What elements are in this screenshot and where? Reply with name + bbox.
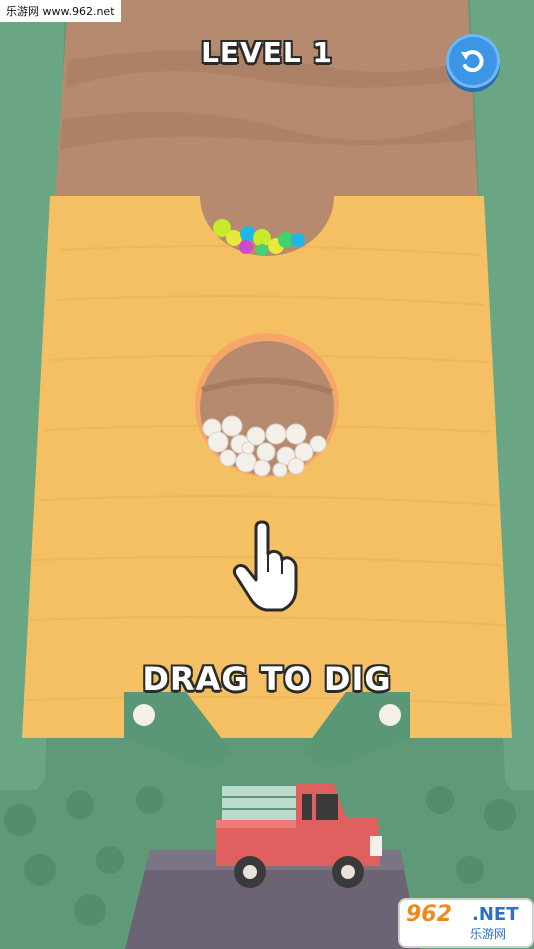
funnel-bolt: [133, 704, 155, 726]
brand-logo: 962 .NET 乐游网: [398, 898, 534, 948]
game-scene: [0, 0, 534, 949]
brand-number: 962: [406, 902, 452, 927]
funnel-bolt: [379, 704, 401, 726]
restart-icon: [461, 50, 484, 73]
brand-cn: 乐游网: [470, 927, 507, 941]
brand-net: .NET: [472, 904, 519, 925]
hint-text: DRAG TO DIG: [142, 660, 392, 698]
dirt-area: [55, 0, 478, 200]
site-watermark: 乐游网 www.962.net: [0, 0, 121, 22]
restart-button[interactable]: [446, 34, 500, 88]
